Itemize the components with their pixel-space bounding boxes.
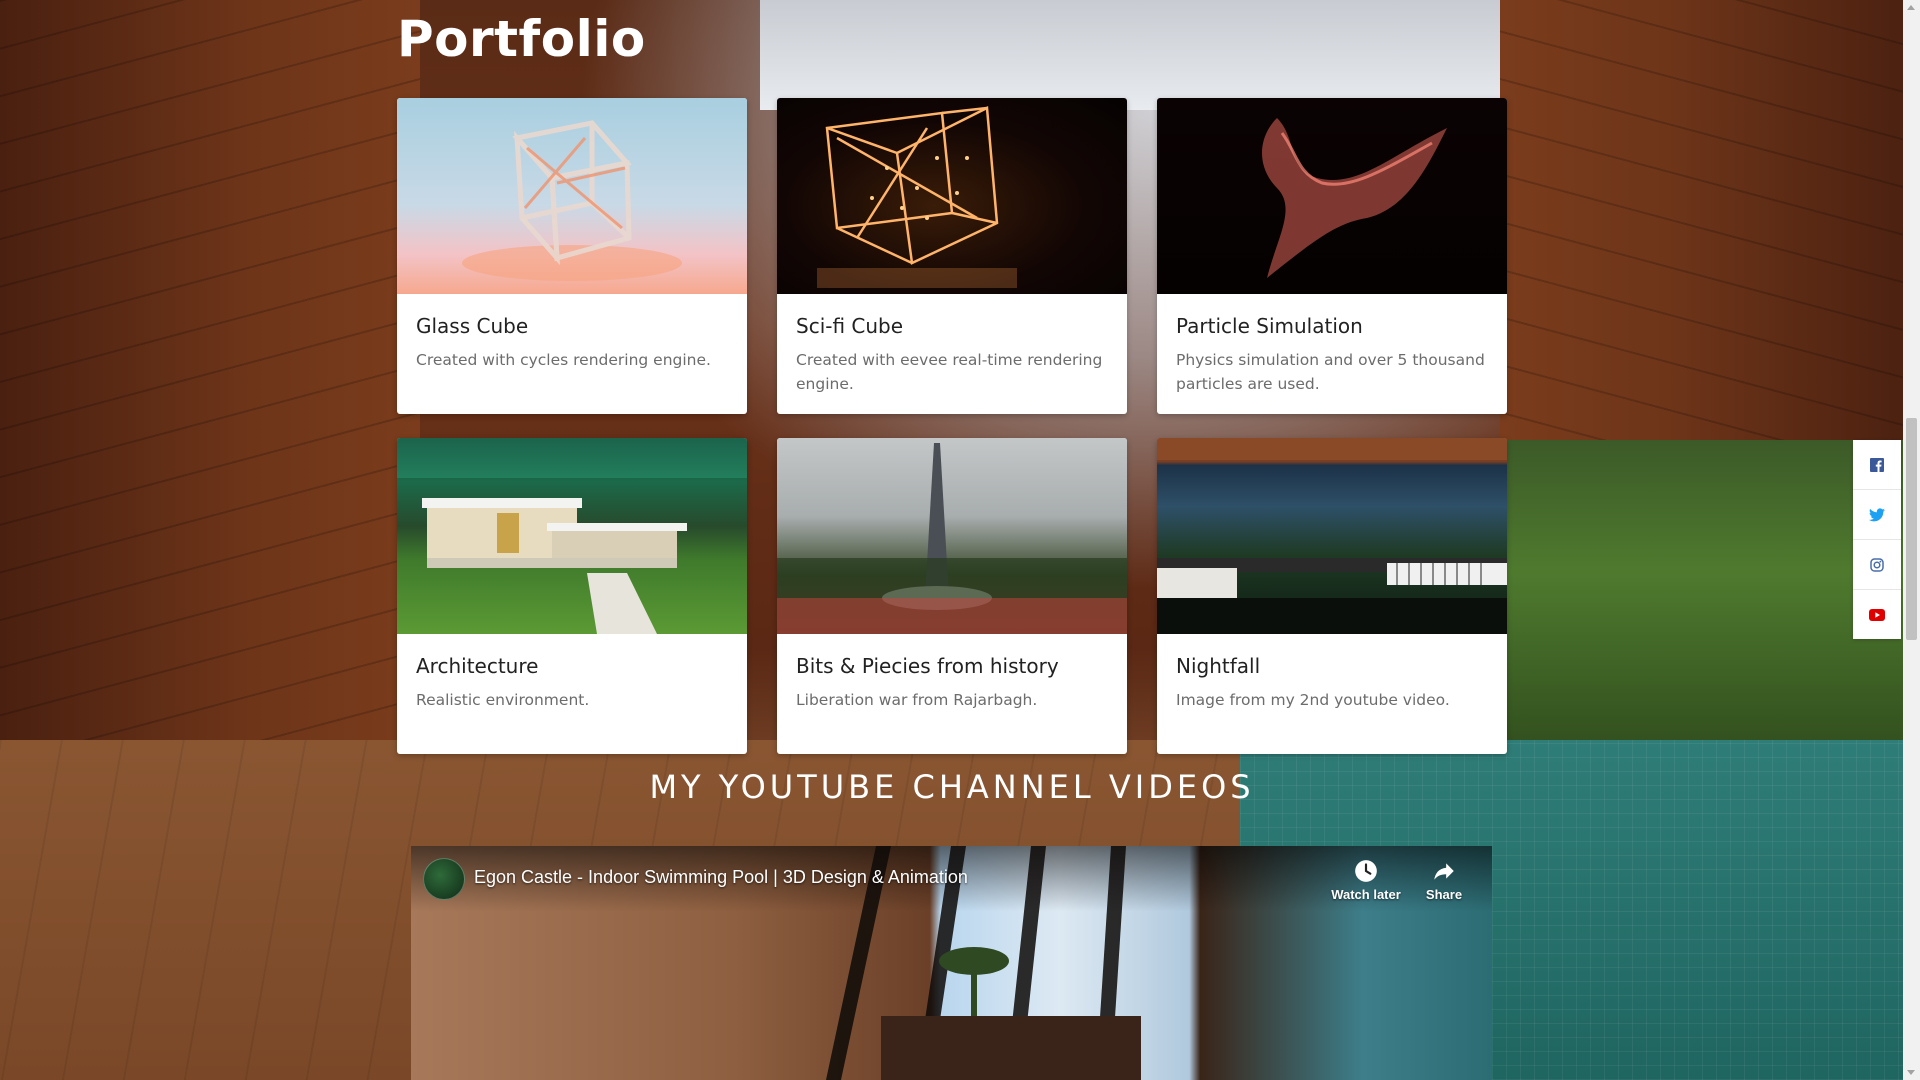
social-sidebar	[1853, 440, 1901, 639]
youtube-section-heading: MY YOUTUBE CHANNEL VIDEOS	[649, 768, 1255, 806]
youtube-icon	[1869, 608, 1885, 621]
portfolio-title: Portfolio	[397, 10, 646, 68]
card-text: Image from my 2nd youtube video.	[1176, 691, 1450, 709]
background-skylight	[760, 0, 1520, 110]
card-title: Particle Simulation	[1176, 314, 1363, 338]
channel-avatar[interactable]	[423, 858, 465, 900]
portfolio-card-nightfall[interactable]: Nightfall Image from my 2nd youtube vide…	[1157, 438, 1507, 754]
youtube-video-embed[interactable]: Egon Castle - Indoor Swimming Pool | 3D …	[411, 846, 1492, 1080]
architecture-graphic	[397, 438, 747, 634]
scroll-down-arrow-icon[interactable]	[1907, 1070, 1915, 1075]
portfolio-card-glass-cube[interactable]: Glass Cube Created with cycles rendering…	[397, 98, 747, 414]
page-scrollbar[interactable]	[1903, 0, 1920, 1080]
instagram-icon	[1870, 557, 1884, 572]
particle-simulation-image	[1157, 98, 1507, 294]
nightfall-graphic	[1157, 438, 1507, 634]
glass-cube-graphic	[462, 120, 682, 281]
watch-later-label: Watch later	[1331, 887, 1401, 902]
history-graphic	[777, 443, 1127, 634]
card-title: Nightfall	[1176, 654, 1261, 678]
history-image	[777, 438, 1127, 634]
watch-later-button[interactable]: Watch later	[1330, 858, 1402, 904]
particle-simulation-graphic	[1262, 118, 1447, 278]
twitter-icon	[1869, 507, 1885, 521]
glass-cube-body: Glass Cube Created with cycles rendering…	[397, 294, 747, 388]
card-text: Created with eevee real-time rendering e…	[796, 351, 1103, 393]
portfolio-card-scifi-cube[interactable]: Sci-fi Cube Created with eevee real-time…	[777, 98, 1127, 414]
social-youtube-link[interactable]	[1853, 590, 1901, 639]
card-title: Glass Cube	[416, 314, 529, 338]
page: Portfolio Glass Cube Created with cycles…	[0, 0, 1920, 1080]
scroll-thumb[interactable]	[1906, 418, 1917, 640]
card-title: Bits & Piecies from history	[796, 654, 1059, 678]
social-facebook-link[interactable]	[1853, 440, 1901, 490]
social-twitter-link[interactable]	[1853, 490, 1901, 540]
card-title: Sci-fi Cube	[796, 314, 904, 338]
portfolio-card-bits-pieces-history[interactable]: Bits & Piecies from history Liberation w…	[777, 438, 1127, 754]
share-arrow-icon	[1434, 863, 1454, 880]
video-top-bar: Egon Castle - Indoor Swimming Pool | 3D …	[411, 846, 1492, 916]
glass-cube-image	[397, 98, 747, 294]
social-instagram-link[interactable]	[1853, 540, 1901, 590]
history-body: Bits & Piecies from history Liberation w…	[777, 634, 1127, 728]
particle-simulation-body: Particle Simulation Physics simulation a…	[1157, 294, 1507, 412]
card-text: Physics simulation and over 5 thousand p…	[1176, 351, 1485, 393]
scifi-cube-graphic	[817, 106, 1017, 288]
share-button[interactable]: Share	[1408, 858, 1480, 904]
portfolio-card-particle-simulation[interactable]: Particle Simulation Physics simulation a…	[1157, 98, 1507, 414]
portfolio-card-architecture[interactable]: Architecture Realistic environment.	[397, 438, 747, 754]
share-label: Share	[1425, 887, 1463, 902]
card-title: Architecture	[416, 654, 539, 678]
clock-icon	[1355, 860, 1377, 882]
portfolio-grid: Glass Cube Created with cycles rendering…	[397, 98, 1507, 754]
nightfall-body: Nightfall Image from my 2nd youtube vide…	[1157, 634, 1507, 728]
nightfall-image	[1157, 438, 1507, 634]
facebook-icon	[1870, 457, 1884, 472]
architecture-image	[397, 438, 747, 634]
video-title[interactable]: Egon Castle - Indoor Swimming Pool | 3D …	[474, 867, 968, 888]
scifi-cube-image	[777, 98, 1127, 294]
architecture-body: Architecture Realistic environment.	[397, 634, 747, 728]
card-text: Created with cycles rendering engine.	[416, 351, 711, 369]
scifi-cube-body: Sci-fi Cube Created with eevee real-time…	[777, 294, 1127, 412]
card-text: Realistic environment.	[416, 691, 590, 709]
card-text: Liberation war from Rajarbagh.	[796, 691, 1038, 709]
scroll-up-arrow-icon[interactable]	[1907, 5, 1915, 10]
background-wood-wall-right	[1500, 0, 1920, 460]
